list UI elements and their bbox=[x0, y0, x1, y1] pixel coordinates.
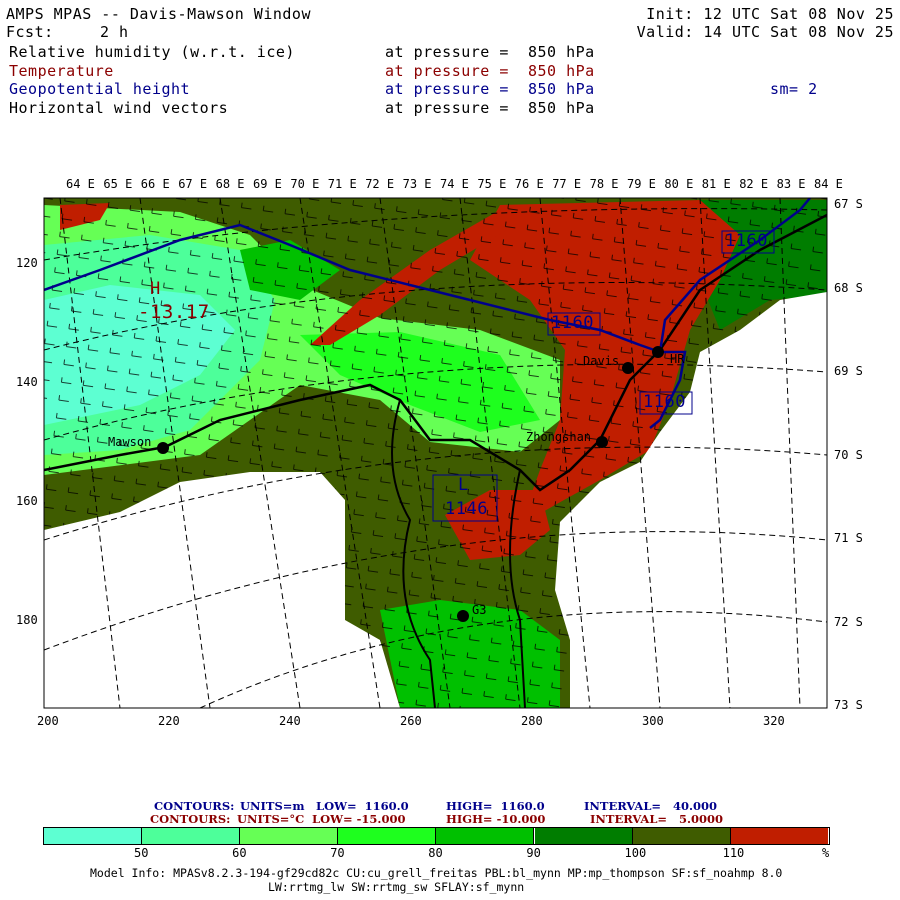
colorbar-segment bbox=[44, 828, 142, 844]
place-hr: HR bbox=[670, 352, 685, 366]
colorbar-tick-label: 70 bbox=[330, 846, 345, 860]
temp-contours-high: HIGH= -10.000 bbox=[446, 812, 546, 826]
colorbar-unit: % bbox=[822, 846, 830, 860]
colorbar-segment bbox=[534, 828, 633, 844]
lon-label: 77 E bbox=[552, 177, 582, 191]
model-info-line2: LW:rrtmg_lw SW:rrtmg_sw SFLAY:sf_mynn bbox=[268, 880, 525, 894]
colorbar-tick-label: 110 bbox=[722, 846, 745, 860]
low-label: L bbox=[458, 475, 469, 495]
x-tick-label: 240 bbox=[279, 714, 301, 728]
temp-contours-low: LOW= -15.000 bbox=[312, 812, 406, 826]
place-zhongshan: Zhongshan bbox=[526, 430, 592, 444]
lat-label: 69 S bbox=[834, 364, 863, 378]
y-tick-label: 160 bbox=[16, 494, 38, 508]
colorbar-tick-label: 60 bbox=[232, 846, 247, 860]
lat-label: 70 S bbox=[834, 447, 863, 462]
lat-label: 67 S bbox=[834, 197, 863, 211]
lon-label: 80 E bbox=[664, 177, 694, 191]
colorbar-segment bbox=[240, 828, 339, 844]
colorbar-tick-label: 50 bbox=[134, 846, 149, 860]
colorbar-segment bbox=[142, 828, 241, 844]
x-tick-label: 220 bbox=[158, 714, 180, 728]
lon-label: 76 E bbox=[514, 177, 544, 191]
colorbar-segment bbox=[632, 828, 731, 844]
lon-label: 84 E bbox=[814, 177, 843, 191]
x-tick-label: 320 bbox=[763, 714, 785, 728]
x-tick-label: 260 bbox=[400, 714, 422, 728]
lon-label: 79 E bbox=[627, 177, 656, 191]
lat-label: 72 S bbox=[834, 614, 863, 629]
lon-label: 65 E bbox=[103, 177, 133, 191]
place-davis: Davis bbox=[583, 354, 620, 368]
temp-contours-prefix: CONTOURS: bbox=[150, 812, 231, 826]
lon-label: 64 E bbox=[66, 177, 95, 191]
height-contours-prefix: CONTOURS: bbox=[154, 799, 235, 813]
colorbar-segment bbox=[436, 828, 535, 844]
lon-label: 83 E bbox=[776, 177, 806, 191]
lon-label: 68 E bbox=[215, 177, 245, 191]
colorbar-segment bbox=[338, 828, 437, 844]
y-tick-label: 180 bbox=[16, 613, 38, 627]
weather-map-page: AMPS MPAS -- Davis-Mawson Window Fcst: 2… bbox=[0, 0, 900, 900]
x-tick-label: 200 bbox=[37, 714, 59, 728]
height-label-3: 1160 bbox=[725, 231, 768, 251]
place-g3: G3 bbox=[472, 603, 487, 617]
lat-label: 68 S bbox=[834, 280, 863, 295]
temp-contours-interval: INTERVAL= 5.0000 bbox=[590, 812, 724, 826]
lon-label: 75 E bbox=[477, 177, 507, 191]
temp-contours-units: UNITS=°C bbox=[237, 812, 305, 826]
colorbar-tick-label: 80 bbox=[428, 846, 443, 860]
lon-label: 73 E bbox=[402, 177, 432, 191]
lon-label: 74 E bbox=[440, 177, 469, 191]
lon-label: 69 E bbox=[253, 177, 282, 191]
lon-label: 71 E bbox=[327, 177, 357, 191]
lat-label: 73 S bbox=[834, 698, 863, 712]
height-label-2: 1160 bbox=[643, 392, 686, 412]
model-info-line1: Model Info: MPASv8.2.3-194-gf29cd82c CU:… bbox=[90, 866, 783, 880]
high-value: -13.17 bbox=[138, 301, 210, 323]
colorbar-tick-label: 90 bbox=[526, 846, 541, 860]
lon-label: 81 E bbox=[701, 177, 731, 191]
height-contours-high: HIGH= 1160.0 bbox=[446, 799, 545, 813]
colorbar bbox=[43, 827, 830, 845]
y-tick-label: 140 bbox=[16, 375, 38, 389]
lon-label: 70 E bbox=[290, 177, 320, 191]
lon-label: 82 E bbox=[739, 177, 769, 191]
lon-label: 72 E bbox=[365, 177, 395, 191]
lat-label: 71 S bbox=[834, 531, 863, 545]
lon-label: 78 E bbox=[589, 177, 619, 191]
height-label-1: 1160 bbox=[551, 313, 594, 333]
high-label: H bbox=[150, 279, 161, 299]
x-tick-label: 300 bbox=[642, 714, 664, 728]
place-mawson: Mawson bbox=[108, 435, 152, 449]
height-contours-interval: INTERVAL= 40.000 bbox=[584, 799, 718, 813]
colorbar-tick-label: 100 bbox=[624, 846, 647, 860]
map-plot bbox=[43, 197, 828, 709]
y-tick-label: 120 bbox=[16, 256, 38, 270]
lon-label: 67 E bbox=[178, 177, 208, 191]
x-tick-label: 280 bbox=[521, 714, 543, 728]
lon-label: 66 E bbox=[140, 177, 170, 191]
height-contours-low: LOW= 1160.0 bbox=[316, 799, 409, 813]
colorbar-segment bbox=[730, 828, 828, 844]
height-contours-units: UNITS=m bbox=[240, 799, 305, 813]
low-value: 1146 bbox=[445, 499, 488, 519]
